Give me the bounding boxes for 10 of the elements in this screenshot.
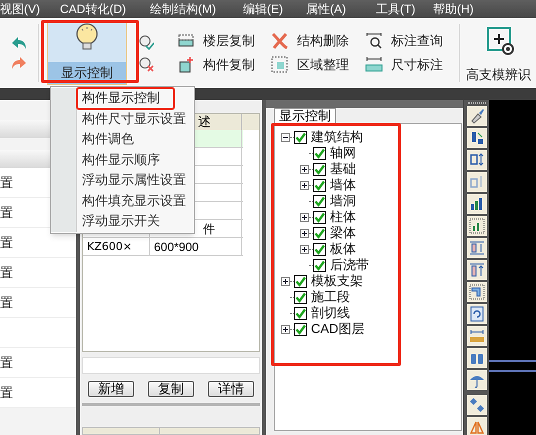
- row-label: 置: [0, 354, 13, 372]
- row-label: 置: [0, 384, 13, 402]
- row-label: 置: [0, 174, 13, 192]
- table-cell-text: 件: [203, 221, 215, 237]
- row-label: 置: [0, 294, 13, 312]
- row-label: 置: [0, 264, 13, 282]
- table-cell: KZ600×: [87, 240, 132, 253]
- row-label: 置: [0, 204, 13, 222]
- row-label: 置: [0, 234, 13, 252]
- table-cell-text: 600*900: [154, 239, 199, 255]
